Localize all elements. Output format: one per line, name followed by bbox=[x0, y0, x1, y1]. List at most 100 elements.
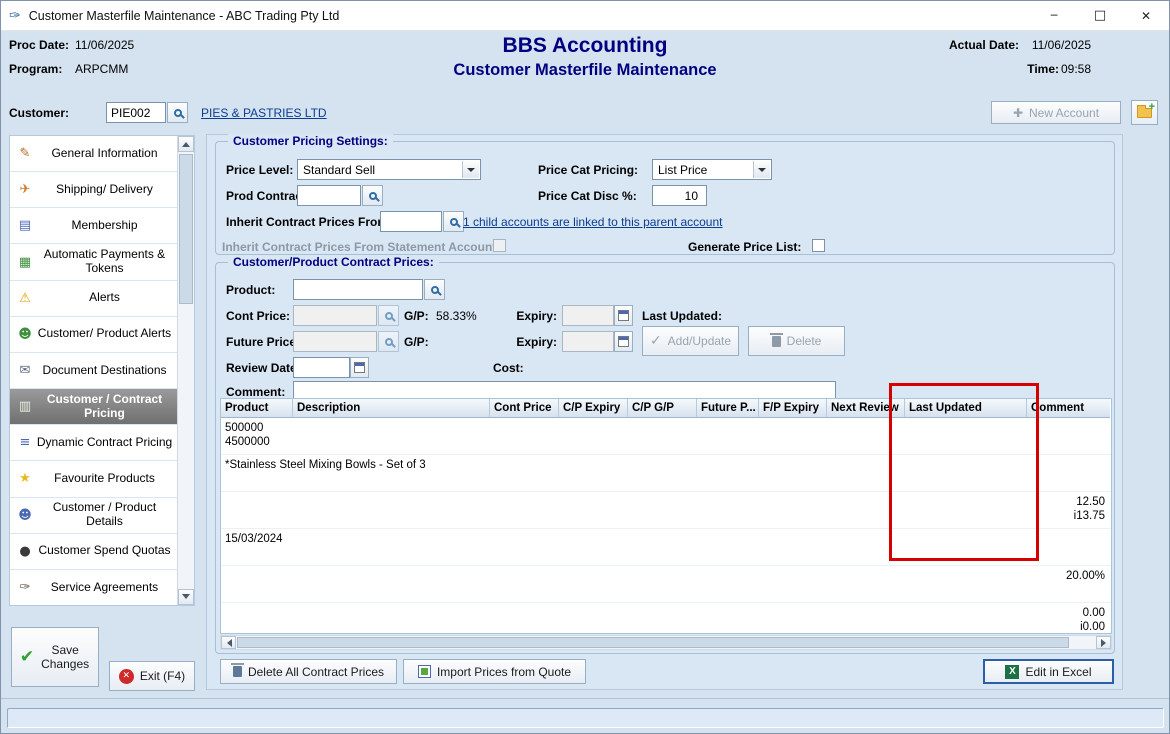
scroll-left-arrow[interactable] bbox=[221, 636, 236, 649]
calendar-icon bbox=[354, 362, 365, 373]
inherit-contract-prices-label: Inherit Contract Prices From: bbox=[226, 215, 392, 229]
save-changes-button[interactable]: ✔ Save Changes bbox=[11, 627, 99, 687]
close-button[interactable]: ✕ bbox=[1123, 1, 1169, 31]
product-search-button[interactable] bbox=[424, 279, 445, 300]
sidebar-item-shipping-delivery[interactable]: ✈Shipping/ Delivery bbox=[10, 172, 177, 208]
sidebar-scrollbar[interactable] bbox=[177, 136, 194, 605]
sidebar-item-service-agreements[interactable]: ✑Service Agreements bbox=[10, 570, 177, 605]
sidebar-item-membership[interactable]: ▤Membership bbox=[10, 208, 177, 244]
warning-icon: ⚠ bbox=[14, 291, 36, 306]
sidebar-item-alerts[interactable]: ⚠Alerts bbox=[10, 281, 177, 317]
scroll-right-arrow[interactable] bbox=[1096, 636, 1111, 649]
delete-button: Delete bbox=[748, 326, 845, 356]
scroll-up-arrow[interactable] bbox=[178, 136, 194, 152]
inherit-contract-prices-input[interactable] bbox=[380, 211, 442, 232]
sidebar-item-customer-product-details[interactable]: ☻Customer / Product Details bbox=[10, 498, 177, 534]
customer-code-input[interactable] bbox=[106, 102, 166, 123]
sidebar-item-general-information[interactable]: ✎General Information bbox=[10, 136, 177, 172]
exit-button[interactable]: ✕ Exit (F4) bbox=[109, 661, 195, 691]
cell-product: 5000004500000 bbox=[221, 418, 1111, 455]
sidebar-item-customer-product-alerts[interactable]: ☻Customer/ Product Alerts bbox=[10, 317, 177, 353]
fp-expiry-calendar-button[interactable] bbox=[614, 331, 633, 352]
agreement-icon: ✑ bbox=[14, 580, 36, 595]
spend-quotas-icon: ● bbox=[14, 544, 36, 559]
cont-price-label: Cont Price: bbox=[226, 309, 290, 323]
review-date-calendar-button[interactable] bbox=[350, 357, 369, 378]
customer-search-button[interactable] bbox=[167, 102, 188, 123]
column-header-cp-expiry[interactable]: C/P Expiry bbox=[559, 399, 628, 418]
search-icon bbox=[385, 338, 393, 346]
membership-card-icon: ▤ bbox=[14, 218, 36, 233]
column-header-future-price[interactable]: Future P... bbox=[697, 399, 759, 418]
exit-label: Exit (F4) bbox=[140, 669, 185, 683]
sidebar-item-automatic-payments-tokens[interactable]: ▦Automatic Payments & Tokens bbox=[10, 244, 177, 280]
child-accounts-link[interactable]: 1 child accounts are linked to this pare… bbox=[463, 215, 723, 229]
sidebar-item-label: Dynamic Contract Pricing bbox=[36, 436, 173, 450]
comment-label: Comment: bbox=[226, 385, 285, 399]
price-cat-pricing-select[interactable]: List Price bbox=[652, 159, 772, 180]
maximize-button[interactable]: □ bbox=[1077, 1, 1123, 31]
open-folder-button[interactable] bbox=[1131, 100, 1158, 125]
sidebar: ✎General Information ✈Shipping/ Delivery… bbox=[9, 135, 195, 606]
folder-add-icon bbox=[1137, 108, 1152, 118]
titlebar: ✑ Customer Masterfile Maintenance - ABC … bbox=[1, 1, 1169, 31]
delete-all-contract-prices-button[interactable]: Delete All Contract Prices bbox=[220, 659, 397, 684]
expiry-label: Expiry: bbox=[497, 309, 557, 323]
sidebar-item-dynamic-contract-pricing[interactable]: ≡Dynamic Contract Pricing bbox=[10, 425, 177, 461]
column-header-next-review[interactable]: Next Review bbox=[827, 399, 905, 418]
sidebar-item-label: Automatic Payments & Tokens bbox=[36, 248, 173, 276]
customer-name-link[interactable]: PIES & PASTRIES LTD bbox=[201, 106, 327, 120]
future-price-search-button bbox=[378, 331, 399, 352]
main-panel: Customer Pricing Settings: Price Level: … bbox=[206, 134, 1123, 690]
last-updated-label: Last Updated: bbox=[642, 309, 722, 323]
scroll-down-arrow[interactable] bbox=[178, 589, 194, 605]
save-changes-label: Save Changes bbox=[40, 643, 90, 672]
product-input[interactable] bbox=[293, 279, 423, 300]
gp-label: G/P: bbox=[404, 309, 429, 323]
column-header-last-updated[interactable]: Last Updated bbox=[905, 399, 1027, 418]
import-label: Import Prices from Quote bbox=[437, 665, 571, 679]
future-price-label: Future Price: bbox=[226, 335, 300, 349]
minimize-button[interactable]: ─ bbox=[1031, 1, 1077, 31]
search-icon bbox=[431, 286, 439, 294]
sidebar-item-document-destinations[interactable]: ✉Document Destinations bbox=[10, 353, 177, 389]
sidebar-item-customer-contract-pricing[interactable]: ▥Customer / Contract Pricing bbox=[10, 389, 177, 425]
sidebar-item-customer-spend-quotas[interactable]: ●Customer Spend Quotas bbox=[10, 534, 177, 570]
sidebar-item-favourite-products[interactable]: ★Favourite Products bbox=[10, 461, 177, 497]
table-hscrollbar[interactable] bbox=[220, 635, 1112, 650]
new-account-icon: ✚ bbox=[1013, 106, 1023, 120]
price-cat-disc-input[interactable] bbox=[652, 185, 707, 206]
price-level-value: Standard Sell bbox=[303, 163, 375, 177]
column-header-cp-gp[interactable]: C/P G/P bbox=[628, 399, 697, 418]
window-title: Customer Masterfile Maintenance - ABC Tr… bbox=[29, 9, 340, 23]
app-window: ✑ Customer Masterfile Maintenance - ABC … bbox=[0, 0, 1170, 734]
cost-label: Cost: bbox=[493, 361, 524, 375]
cp-expiry-calendar-button[interactable] bbox=[614, 305, 633, 326]
prod-contract-search-button[interactable] bbox=[362, 185, 383, 206]
search-icon bbox=[174, 109, 182, 117]
excel-icon: X bbox=[1005, 665, 1019, 679]
sidebar-item-label: Alerts bbox=[36, 291, 173, 305]
column-header-comment[interactable]: Comment bbox=[1027, 399, 1110, 418]
price-level-select[interactable]: Standard Sell bbox=[297, 159, 481, 180]
prod-contract-input[interactable] bbox=[297, 185, 361, 206]
product-label: Product: bbox=[226, 283, 275, 297]
sidebar-item-label: Document Destinations bbox=[36, 364, 173, 378]
cell-cp-expiry: 15/03/2024 bbox=[221, 529, 1111, 566]
column-header-product[interactable]: Product bbox=[221, 399, 293, 418]
inherit-search-button[interactable] bbox=[443, 211, 464, 232]
column-header-description[interactable]: Description bbox=[293, 399, 490, 418]
import-prices-from-quote-button[interactable]: Import Prices from Quote bbox=[403, 659, 586, 684]
scrollbar-thumb[interactable] bbox=[179, 154, 193, 304]
sidebar-item-label: Favourite Products bbox=[36, 472, 173, 486]
column-header-fp-expiry[interactable]: F/P Expiry bbox=[759, 399, 827, 418]
payments-icon: ▦ bbox=[14, 255, 36, 270]
hscrollbar-thumb[interactable] bbox=[237, 637, 1069, 648]
column-header-cont-price[interactable]: Cont Price bbox=[490, 399, 559, 418]
review-date-input[interactable] bbox=[293, 357, 350, 378]
generate-price-list-checkbox[interactable] bbox=[812, 239, 825, 252]
import-icon bbox=[418, 665, 431, 678]
truck-icon: ✈ bbox=[14, 182, 36, 197]
gp2-label: G/P: bbox=[404, 335, 429, 349]
edit-in-excel-button[interactable]: X Edit in Excel bbox=[983, 659, 1114, 684]
